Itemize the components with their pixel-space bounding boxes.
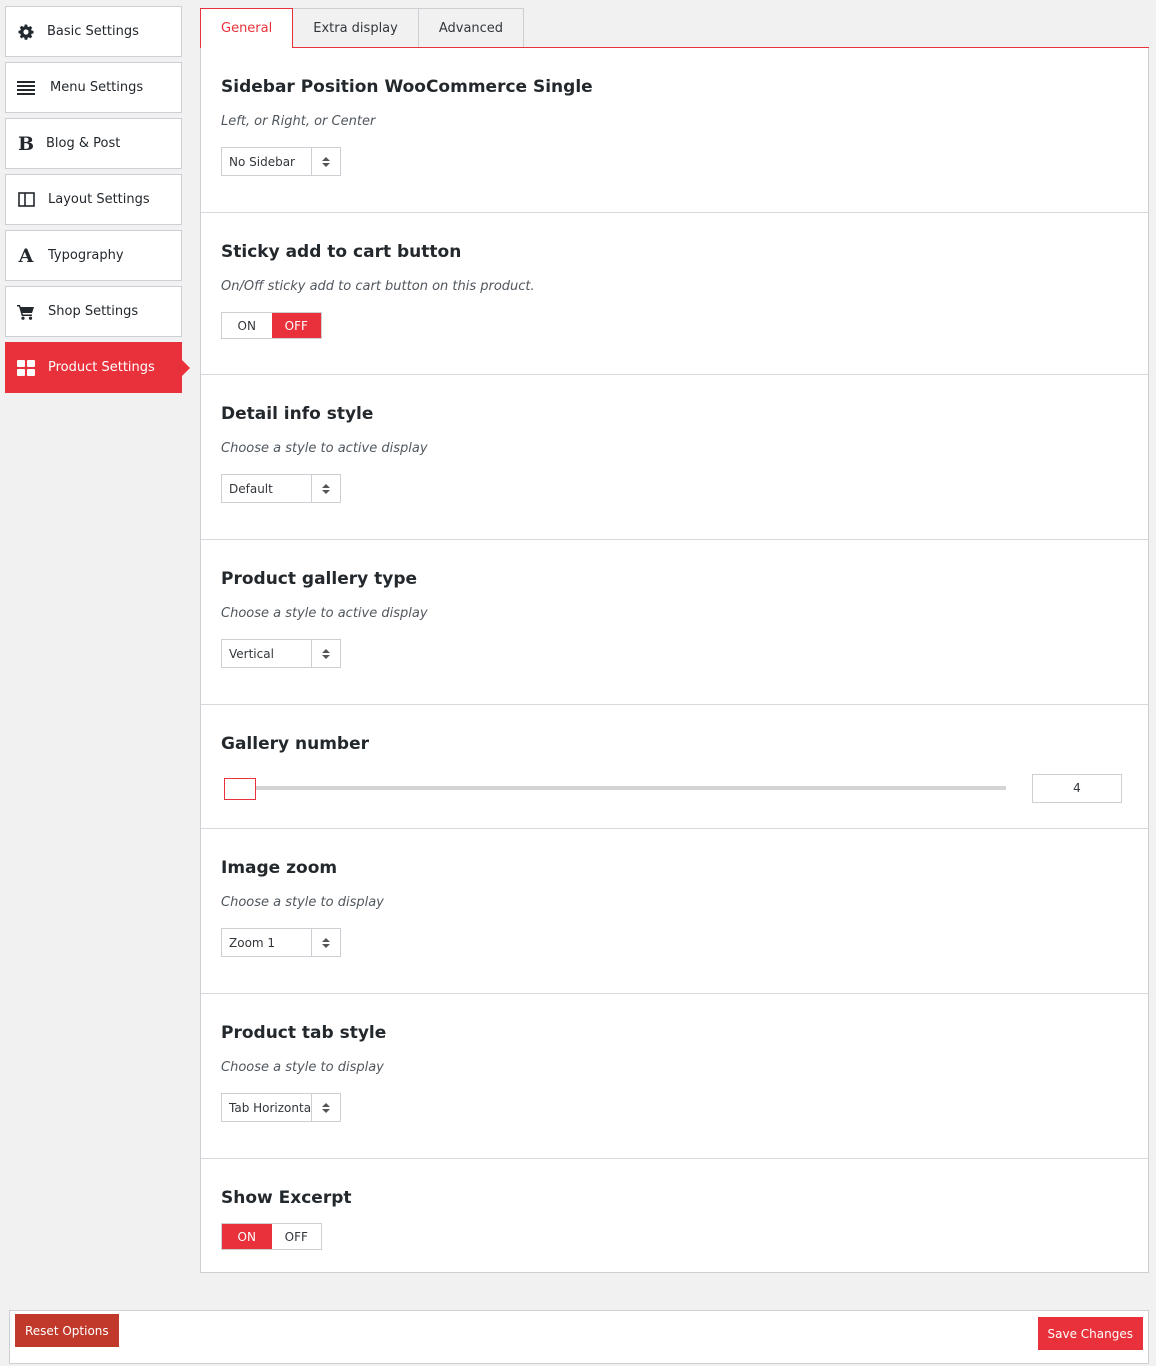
select-arrows-icon (311, 929, 340, 956)
toggle-on-option[interactable]: ON (222, 1224, 272, 1249)
gallery-number-input[interactable]: 4 (1032, 773, 1122, 803)
section-title: Sidebar Position WooCommerce Single (221, 77, 593, 97)
layout-columns-icon (16, 190, 36, 210)
select-arrows-icon (311, 640, 340, 667)
section-title: Product gallery type (221, 569, 418, 589)
typography-a-icon: A (18, 244, 34, 267)
gallery-type-select[interactable]: Vertical (221, 639, 341, 668)
tab-bar: General Extra display Advanced (200, 8, 1149, 48)
section-description: Choose a style to active display (221, 441, 428, 456)
select-value: Zoom 1 (229, 935, 276, 950)
image-zoom-select[interactable]: Zoom 1 (221, 928, 341, 957)
section-description: Choose a style to display (221, 1060, 384, 1075)
sidebar-position-select[interactable]: No Sidebar (221, 147, 341, 176)
section-description: On/Off sticky add to cart button on this… (221, 279, 535, 294)
tab-style-select[interactable]: Tab Horizontal (221, 1093, 341, 1122)
select-value: Vertical (229, 646, 274, 661)
settings-sidebar: Basic Settings Menu Settings B Blog & Po… (5, 6, 190, 398)
tab-advanced[interactable]: Advanced (418, 8, 525, 48)
section-description: Choose a style to active display (221, 606, 428, 621)
section-title: Image zoom (221, 858, 338, 878)
bold-b-icon: B (17, 132, 35, 155)
reset-options-button[interactable]: Reset Options (15, 1314, 119, 1347)
section-sticky-cart: Sticky add to cart button On/Off sticky … (201, 213, 1148, 375)
section-gallery-number: Gallery number 4 (201, 705, 1148, 829)
cart-icon (16, 302, 36, 322)
slider-handle[interactable] (224, 778, 256, 800)
sidebar-item-layout-settings[interactable]: Layout Settings (5, 174, 182, 225)
sidebar-item-typography[interactable]: A Typography (5, 230, 182, 281)
sidebar-item-menu-settings[interactable]: Menu Settings (5, 62, 182, 113)
select-arrows-icon (311, 475, 340, 502)
section-gallery-type: Product gallery type Choose a style to a… (201, 540, 1148, 705)
section-description: Choose a style to display (221, 895, 384, 910)
sidebar-item-label: Blog & Post (46, 136, 121, 151)
select-arrows-icon (311, 1094, 340, 1121)
detail-info-select[interactable]: Default (221, 474, 341, 503)
section-title: Product tab style (221, 1023, 387, 1043)
sidebar-item-blog-post[interactable]: B Blog & Post (5, 118, 182, 169)
section-image-zoom: Image zoom Choose a style to display Zoo… (201, 829, 1148, 994)
gear-icon (16, 22, 36, 42)
select-value: Tab Horizontal (229, 1100, 311, 1115)
toggle-off-option[interactable]: OFF (271, 313, 321, 338)
sticky-cart-toggle[interactable]: ON OFF (221, 312, 322, 339)
section-title: Gallery number (221, 734, 369, 754)
sidebar-item-label: Typography (48, 248, 124, 263)
tab-underline (200, 47, 1149, 48)
sidebar-item-shop-settings[interactable]: Shop Settings (5, 286, 182, 337)
sidebar-item-basic-settings[interactable]: Basic Settings (5, 6, 182, 57)
sidebar-item-label: Menu Settings (50, 80, 144, 95)
sidebar-item-label: Basic Settings (47, 24, 139, 39)
options-footer: Reset Options Save Changes (9, 1310, 1149, 1364)
tab-extra-display[interactable]: Extra display (293, 8, 419, 48)
settings-panel: Sidebar Position WooCommerce Single Left… (200, 48, 1149, 1273)
gallery-number-control: 4 (221, 773, 1128, 803)
section-show-excerpt: Show Excerpt ON OFF (201, 1159, 1148, 1272)
section-title: Sticky add to cart button (221, 242, 462, 262)
sidebar-item-label: Shop Settings (48, 304, 139, 319)
section-detail-info: Detail info style Choose a style to acti… (201, 375, 1148, 540)
sidebar-item-label: Product Settings (48, 360, 155, 375)
select-value: No Sidebar (229, 154, 295, 169)
sidebar-item-label: Layout Settings (48, 192, 150, 207)
menu-lines-icon (16, 78, 36, 98)
toggle-off-option[interactable]: OFF (271, 1224, 321, 1249)
main-content: General Extra display Advanced Sidebar P… (200, 8, 1149, 1273)
section-title: Detail info style (221, 404, 374, 424)
section-sidebar-position: Sidebar Position WooCommerce Single Left… (201, 48, 1148, 213)
section-description: Left, or Right, or Center (221, 114, 376, 129)
select-value: Default (229, 481, 273, 496)
tab-general[interactable]: General (200, 8, 294, 48)
show-excerpt-toggle[interactable]: ON OFF (221, 1223, 322, 1250)
sidebar-item-product-settings[interactable]: Product Settings (5, 342, 190, 393)
grid-icon (16, 358, 36, 378)
section-tab-style: Product tab style Choose a style to disp… (201, 994, 1148, 1159)
select-arrows-icon (311, 148, 340, 175)
toggle-on-option[interactable]: ON (222, 313, 272, 338)
gallery-number-slider[interactable] (224, 778, 1006, 800)
section-title: Show Excerpt (221, 1188, 352, 1208)
save-changes-button[interactable]: Save Changes (1037, 1317, 1143, 1350)
